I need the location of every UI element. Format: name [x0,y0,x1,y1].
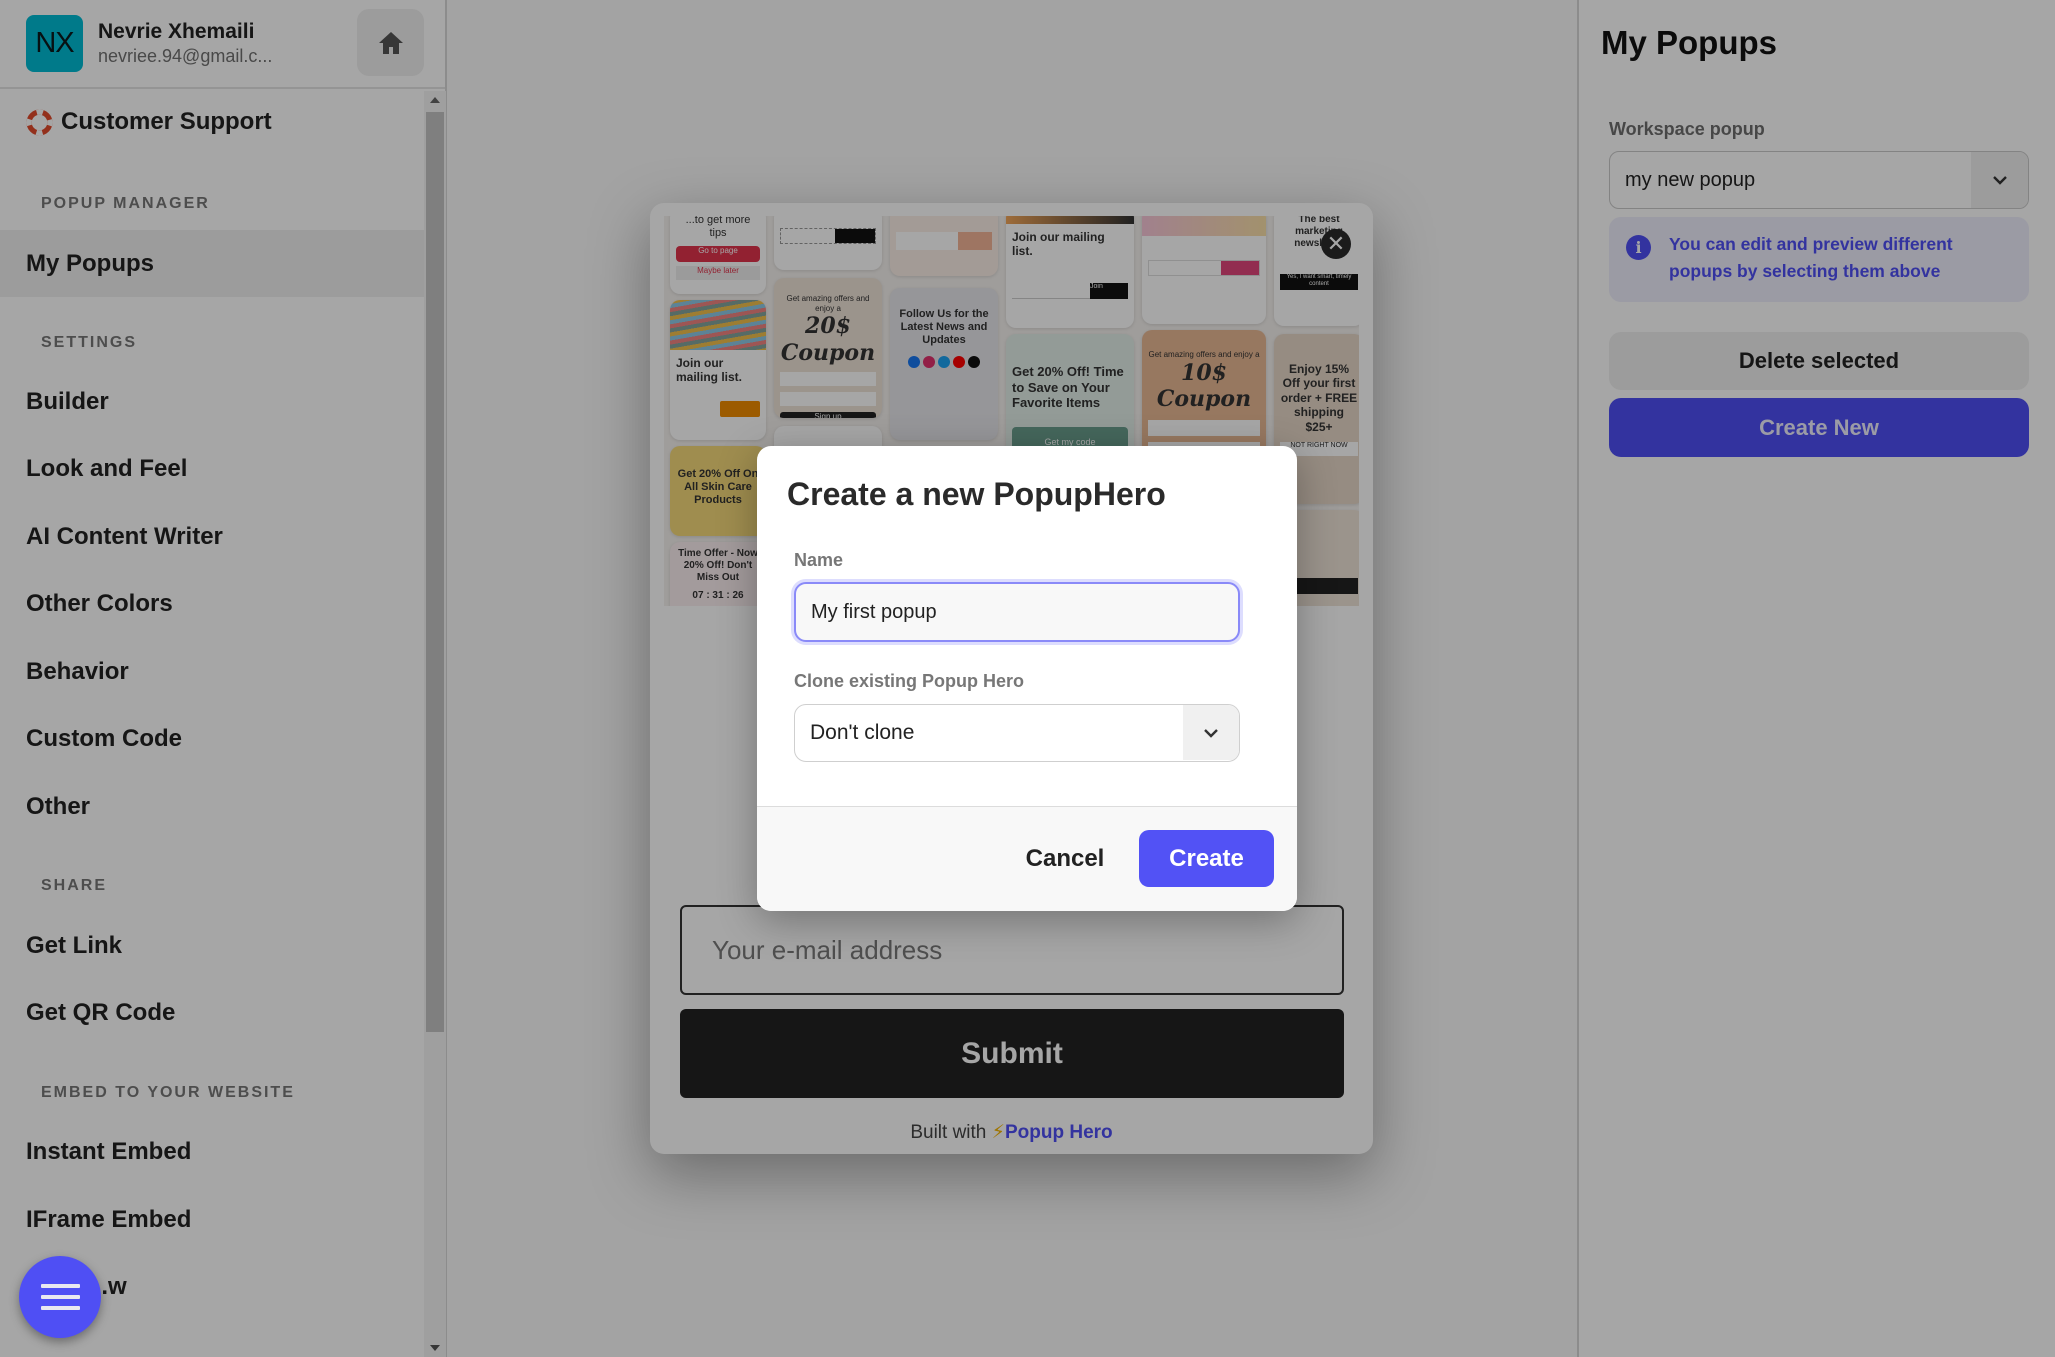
create-button[interactable]: Create [1139,830,1274,887]
name-input[interactable] [794,582,1240,642]
menu-fab-button[interactable] [19,1256,101,1338]
clone-select-value: Don't clone [810,721,915,744]
hamburger-icon-bar [40,1295,80,1299]
create-popup-dialog: Create a new PopupHero Name Clone existi… [757,446,1297,911]
hamburger-icon-bar [40,1306,80,1310]
hamburger-icon-bar [40,1284,80,1288]
chevron-down-icon [1183,705,1239,760]
cancel-button[interactable]: Cancel [1000,830,1130,887]
clone-label: Clone existing Popup Hero [794,671,1025,691]
clone-select[interactable]: Don't clone [794,704,1240,762]
dialog-title: Create a new PopupHero [787,476,1166,512]
name-label: Name [794,550,844,570]
dialog-footer: Cancel Create [757,806,1297,911]
